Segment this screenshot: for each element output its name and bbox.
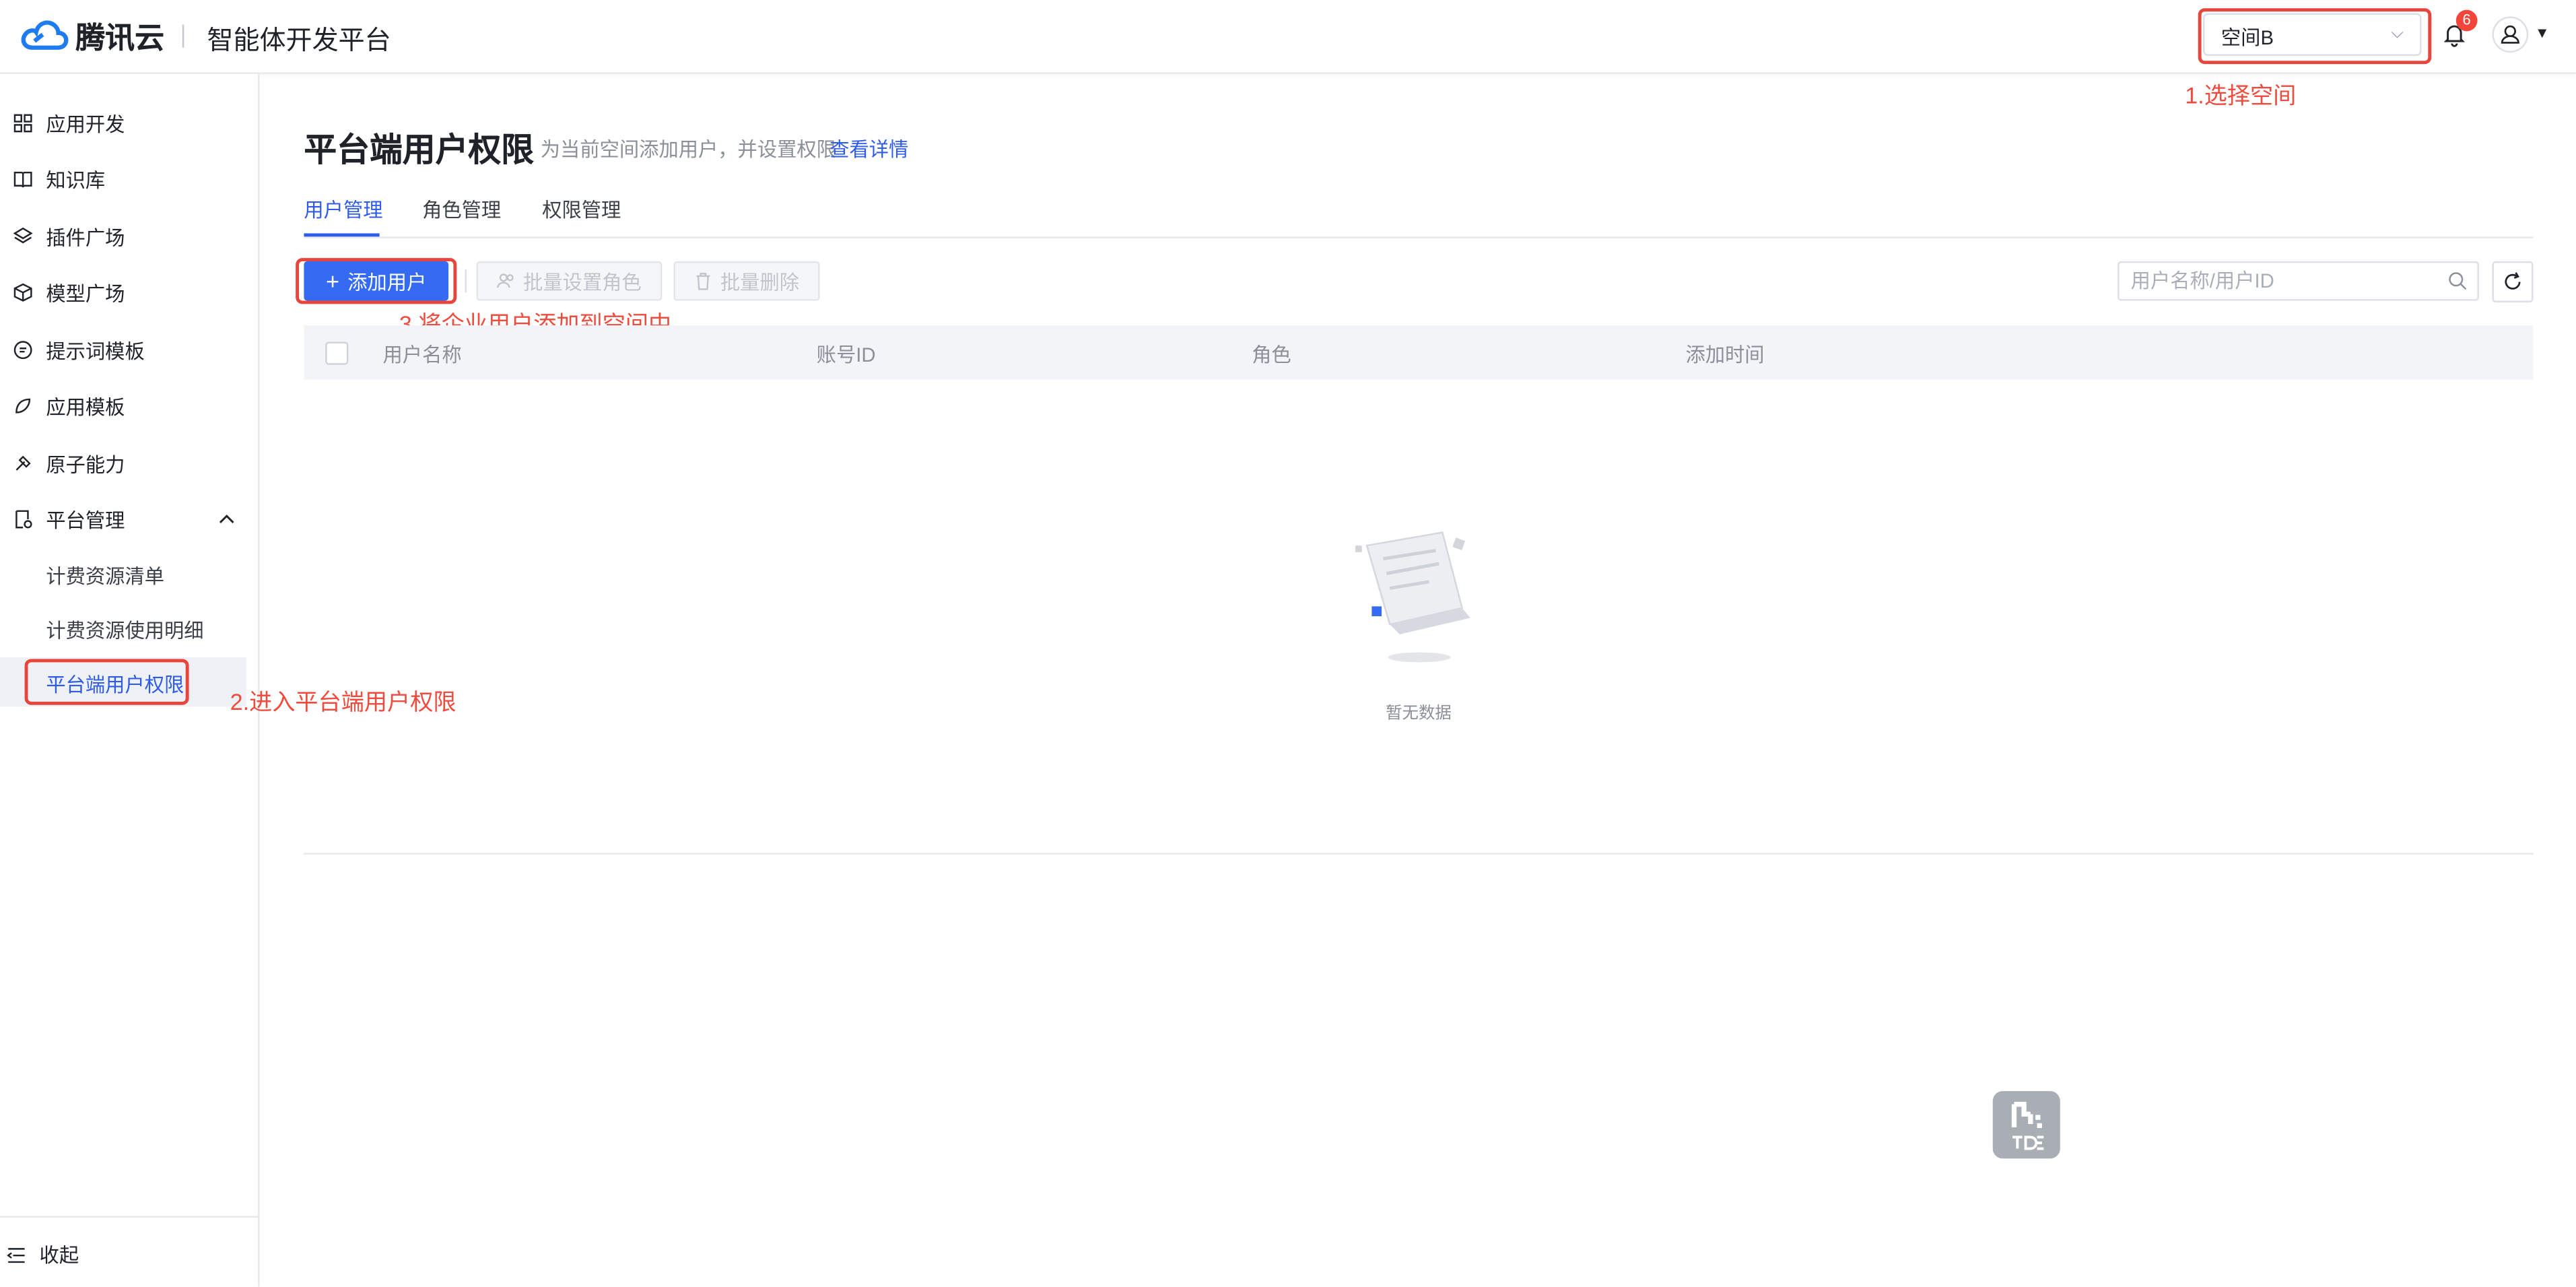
sidebar-subitem-billing-list[interactable]: 计费资源清单 [46,562,164,589]
annotation-box-space [2198,8,2432,65]
sidebar-item-app-templates[interactable]: 应用模板 [13,389,125,422]
search-input[interactable] [2130,269,2427,293]
sidebar-item-label: 模型广场 [46,282,125,305]
sidebar-item-atomic[interactable]: 原子能力 [13,447,125,480]
sidebar-divider [0,1216,259,1218]
batch-delete-label: 批量删除 [720,270,800,294]
empty-state-text: 暂无数据 [1386,704,1452,723]
collapse-icon [7,1247,25,1262]
notification-badge: 6 [2455,9,2478,32]
avatar[interactable] [2492,16,2529,53]
page-title: 平台端用户权限 [304,133,534,170]
refresh-button[interactable] [2492,261,2534,302]
column-header-added-time: 添加时间 [1685,343,1765,367]
tab-user-manage[interactable]: 用户管理 [304,195,382,223]
column-header-role: 角色 [1252,343,1291,367]
sidebar-item-app-dev[interactable]: 应用开发 [13,107,125,140]
cube-icon [13,283,32,302]
sidebar-item-label: 原子能力 [46,453,125,476]
tabs-divider [304,236,2534,238]
detail-link[interactable]: 查看详情 [829,135,908,162]
brand-name: 腾讯云 [75,21,164,55]
cloud-logo-icon [21,20,69,50]
sidebar-item-label: 插件广场 [46,226,125,249]
sidebar-item-label: 应用模板 [46,395,125,418]
layers-icon [13,227,33,244]
active-tab-indicator [304,233,380,237]
batch-set-role-label: 批量设置角色 [523,270,642,294]
collapse-button[interactable]: 收起 [7,1241,79,1268]
chevron-up-icon[interactable] [219,511,235,527]
tool-icon [15,455,31,471]
annotation-box-add-user [296,258,457,304]
top-bar: 腾讯云 智能体开发平台 空间B ⌵ 6 ▼ [0,0,2576,74]
trash-icon [697,273,711,290]
column-header-account-id: 账号ID [816,343,876,367]
platform-title: 智能体开发平台 [207,28,391,56]
table-header: 用户名称 账号ID 角色 添加时间 [304,325,2534,380]
batch-set-role-button[interactable]: 批量设置角色 [476,261,663,301]
search-icon[interactable] [2448,271,2468,291]
grid-icon [13,114,32,133]
chat-icon [13,341,32,360]
caret-down-icon[interactable]: ▼ [2535,25,2550,41]
book-icon [13,171,32,188]
sidebar-item-label: 平台管理 [46,508,125,532]
annotation-step1: 1.选择空间 [2185,82,2297,109]
header-separator [182,24,184,48]
tde-mark-icon [2011,1102,2044,1150]
sidebar-item-prompts[interactable]: 提示词模板 [13,333,145,366]
tab-role-manage[interactable]: 角色管理 [422,195,501,223]
sidebar-item-knowledge[interactable]: 知识库 [13,163,106,196]
table-bottom-border [304,853,2534,855]
empty-document-icon [1355,531,1470,663]
collapse-label: 收起 [39,1244,79,1267]
refresh-icon [2505,272,2521,290]
user-icon [2501,25,2519,44]
tde-logo [1992,1091,2060,1159]
sidebar-item-label: 提示词模板 [46,339,145,363]
settings-doc-icon [15,510,32,529]
sidebar-item-platform-manage[interactable]: 平台管理 [13,503,125,536]
template-icon [15,398,31,414]
column-header-username: 用户名称 [382,343,462,367]
batch-delete-button[interactable]: 批量删除 [673,261,820,301]
toolbar-divider [465,269,467,293]
sidebar-subitem-billing-detail[interactable]: 计费资源使用明细 [46,616,203,644]
sidebar-item-label: 应用开发 [46,112,125,136]
sidebar-item-models[interactable]: 模型广场 [13,276,125,309]
tencent-cloud-logo[interactable]: 腾讯云 [20,15,164,57]
tab-permission-manage[interactable]: 权限管理 [542,195,621,223]
sidebar-item-plugins[interactable]: 插件广场 [13,220,125,253]
sidebar-item-label: 知识库 [46,168,106,192]
users-icon [498,273,514,288]
page-subtitle: 为当前空间添加用户，并设置权限 [540,137,836,162]
select-all-checkbox[interactable] [325,341,349,365]
search-box[interactable] [2117,261,2479,301]
